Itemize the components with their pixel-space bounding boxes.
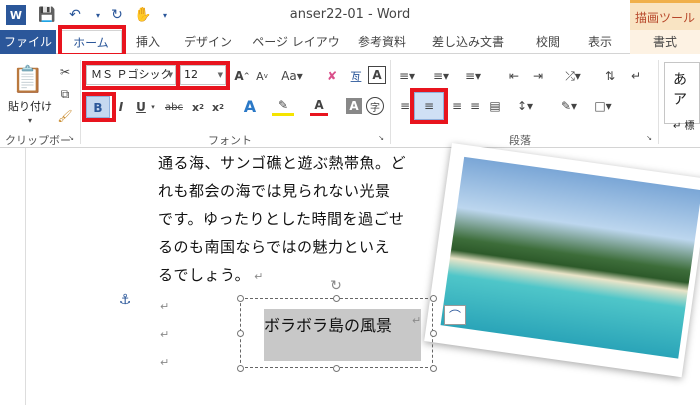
resize-handle[interactable] [333,295,340,302]
character-shading-icon[interactable]: A [346,98,362,114]
enclose-characters-icon[interactable]: A [368,66,386,84]
numbering-icon[interactable]: ≡▾ [430,66,452,86]
body-text-line: れも都会の海では見られない光景 [158,182,391,200]
resize-handle[interactable] [237,330,244,337]
body-text-line: です。ゆったりとした時間を過ごせ [158,210,405,228]
clipboard-launcher-icon[interactable]: ↘ [66,132,76,144]
paragraph-mark: ↵ [160,328,170,341]
tab-format[interactable]: 書式 [630,30,700,54]
body-text-line: るでしょう。 ↵ [158,264,264,285]
tab-design[interactable]: デザイン [178,30,238,54]
underline-icon[interactable]: U [134,97,148,117]
resize-handle[interactable] [430,365,437,372]
increase-indent-icon[interactable]: ⇥ [528,66,548,86]
tab-page-layout[interactable]: ページ レイアウト [250,30,342,73]
font-group-label: フォント [208,134,252,147]
format-painter-icon[interactable]: 🖌 [56,106,74,126]
tab-mailings[interactable]: 差し込み文書 [420,30,516,54]
body-text-line: るのも南国ならではの魅力といえ [158,238,391,256]
body-text-last: るでしょう。 [158,266,251,284]
tab-references[interactable]: 参考資料 [352,30,412,54]
borders-icon[interactable]: □▾ [590,96,616,116]
multilevel-list-icon[interactable]: ≡▾ [462,66,484,86]
asian-layout-icon[interactable]: ⤮▾ [560,66,586,86]
font-launcher-icon[interactable]: ↘ [376,132,386,144]
resize-handle[interactable] [237,295,244,302]
resize-handle[interactable] [430,295,437,302]
photo-frame[interactable] [424,143,700,378]
layout-options-icon[interactable]: ⌒ [444,305,466,325]
paste-dropdown-icon[interactable]: ▾ [24,110,36,130]
font-size-highlight [176,61,230,90]
textbox-caption[interactable]: ボラボラ島の風景 [264,312,392,336]
strikethrough-icon[interactable]: abc [162,97,186,117]
line-spacing-icon[interactable]: ↕▾ [512,96,538,116]
bold-highlight [82,92,116,122]
shading-icon[interactable]: ✎▾ [556,96,582,116]
rotate-handle-icon[interactable]: ↻ [328,276,344,296]
body-text-line: 通る海、サンゴ礁と遊ぶ熱帯魚。ど [158,154,407,172]
paragraph-mark: ↵ [254,270,264,283]
style-preview-text: あア [673,72,687,108]
tab-review[interactable]: 校閲 [528,30,568,54]
resize-handle[interactable] [430,330,437,337]
font-name-highlight [82,61,180,90]
phonetic-guide-icon[interactable]: 亙 [346,66,366,86]
window-title: anser22-01 - Word [289,7,411,22]
text-effects-icon[interactable]: A [240,96,260,116]
left-margin [0,148,26,405]
group-separator [658,60,659,144]
group-separator [80,60,81,144]
sort-icon[interactable]: ⇅ [600,66,620,86]
shrink-font-icon[interactable]: Av [254,66,270,86]
paragraph-group-label: 段落 [509,134,531,147]
paragraph-launcher-icon[interactable]: ↘ [644,132,654,144]
paragraph-mark: ↵ [160,356,170,369]
tab-view[interactable]: 表示 [580,30,620,54]
justify-icon[interactable]: ≡ [466,96,484,116]
show-paragraph-marks-icon[interactable]: ↵ [626,66,646,86]
subscript-icon[interactable]: x2 [190,97,206,117]
bullets-icon[interactable]: ≡▾ [396,66,418,86]
decrease-indent-icon[interactable]: ⇤ [504,66,524,86]
anchor-icon[interactable]: ⚓ [116,290,134,310]
superscript-icon[interactable]: x2 [210,97,226,117]
align-right-icon[interactable]: ≡ [448,96,466,116]
resize-handle[interactable] [333,365,340,372]
enclosed-character-icon[interactable]: 字 [366,97,384,115]
change-case-icon[interactable]: Aa▾ [280,66,304,86]
grow-font-icon[interactable]: A ^ [234,66,250,86]
copy-icon[interactable]: ⧉ [56,84,74,104]
styles-gallery[interactable]: あア ↵ 標 [664,62,700,132]
italic-icon[interactable]: I [114,97,128,117]
group-separator [390,60,391,144]
textbox-paragraph-mark: ↵ [412,314,422,327]
style-preview-name: ↵ 標 [673,121,695,132]
distributed-icon[interactable]: ▤ [486,96,504,116]
paste-icon[interactable]: 📋 [10,62,46,98]
font-color-icon[interactable]: A [310,96,328,116]
drawing-tools-context-label: 描画ツール [630,0,700,30]
cut-icon[interactable]: ✂ [56,62,74,82]
align-center-highlight [410,88,448,124]
tab-file[interactable]: ファイル [0,30,56,54]
beach-photo [440,156,700,359]
tab-insert[interactable]: 挿入 [128,30,168,54]
clear-formatting-icon[interactable]: ✘ [322,66,342,86]
highlight-color-icon[interactable]: ✎ [272,96,294,116]
resize-handle[interactable] [237,365,244,372]
paragraph-mark: ↵ [160,300,170,313]
home-tab-highlight [58,25,126,57]
underline-dropdown-icon[interactable]: ▾ [148,97,158,117]
